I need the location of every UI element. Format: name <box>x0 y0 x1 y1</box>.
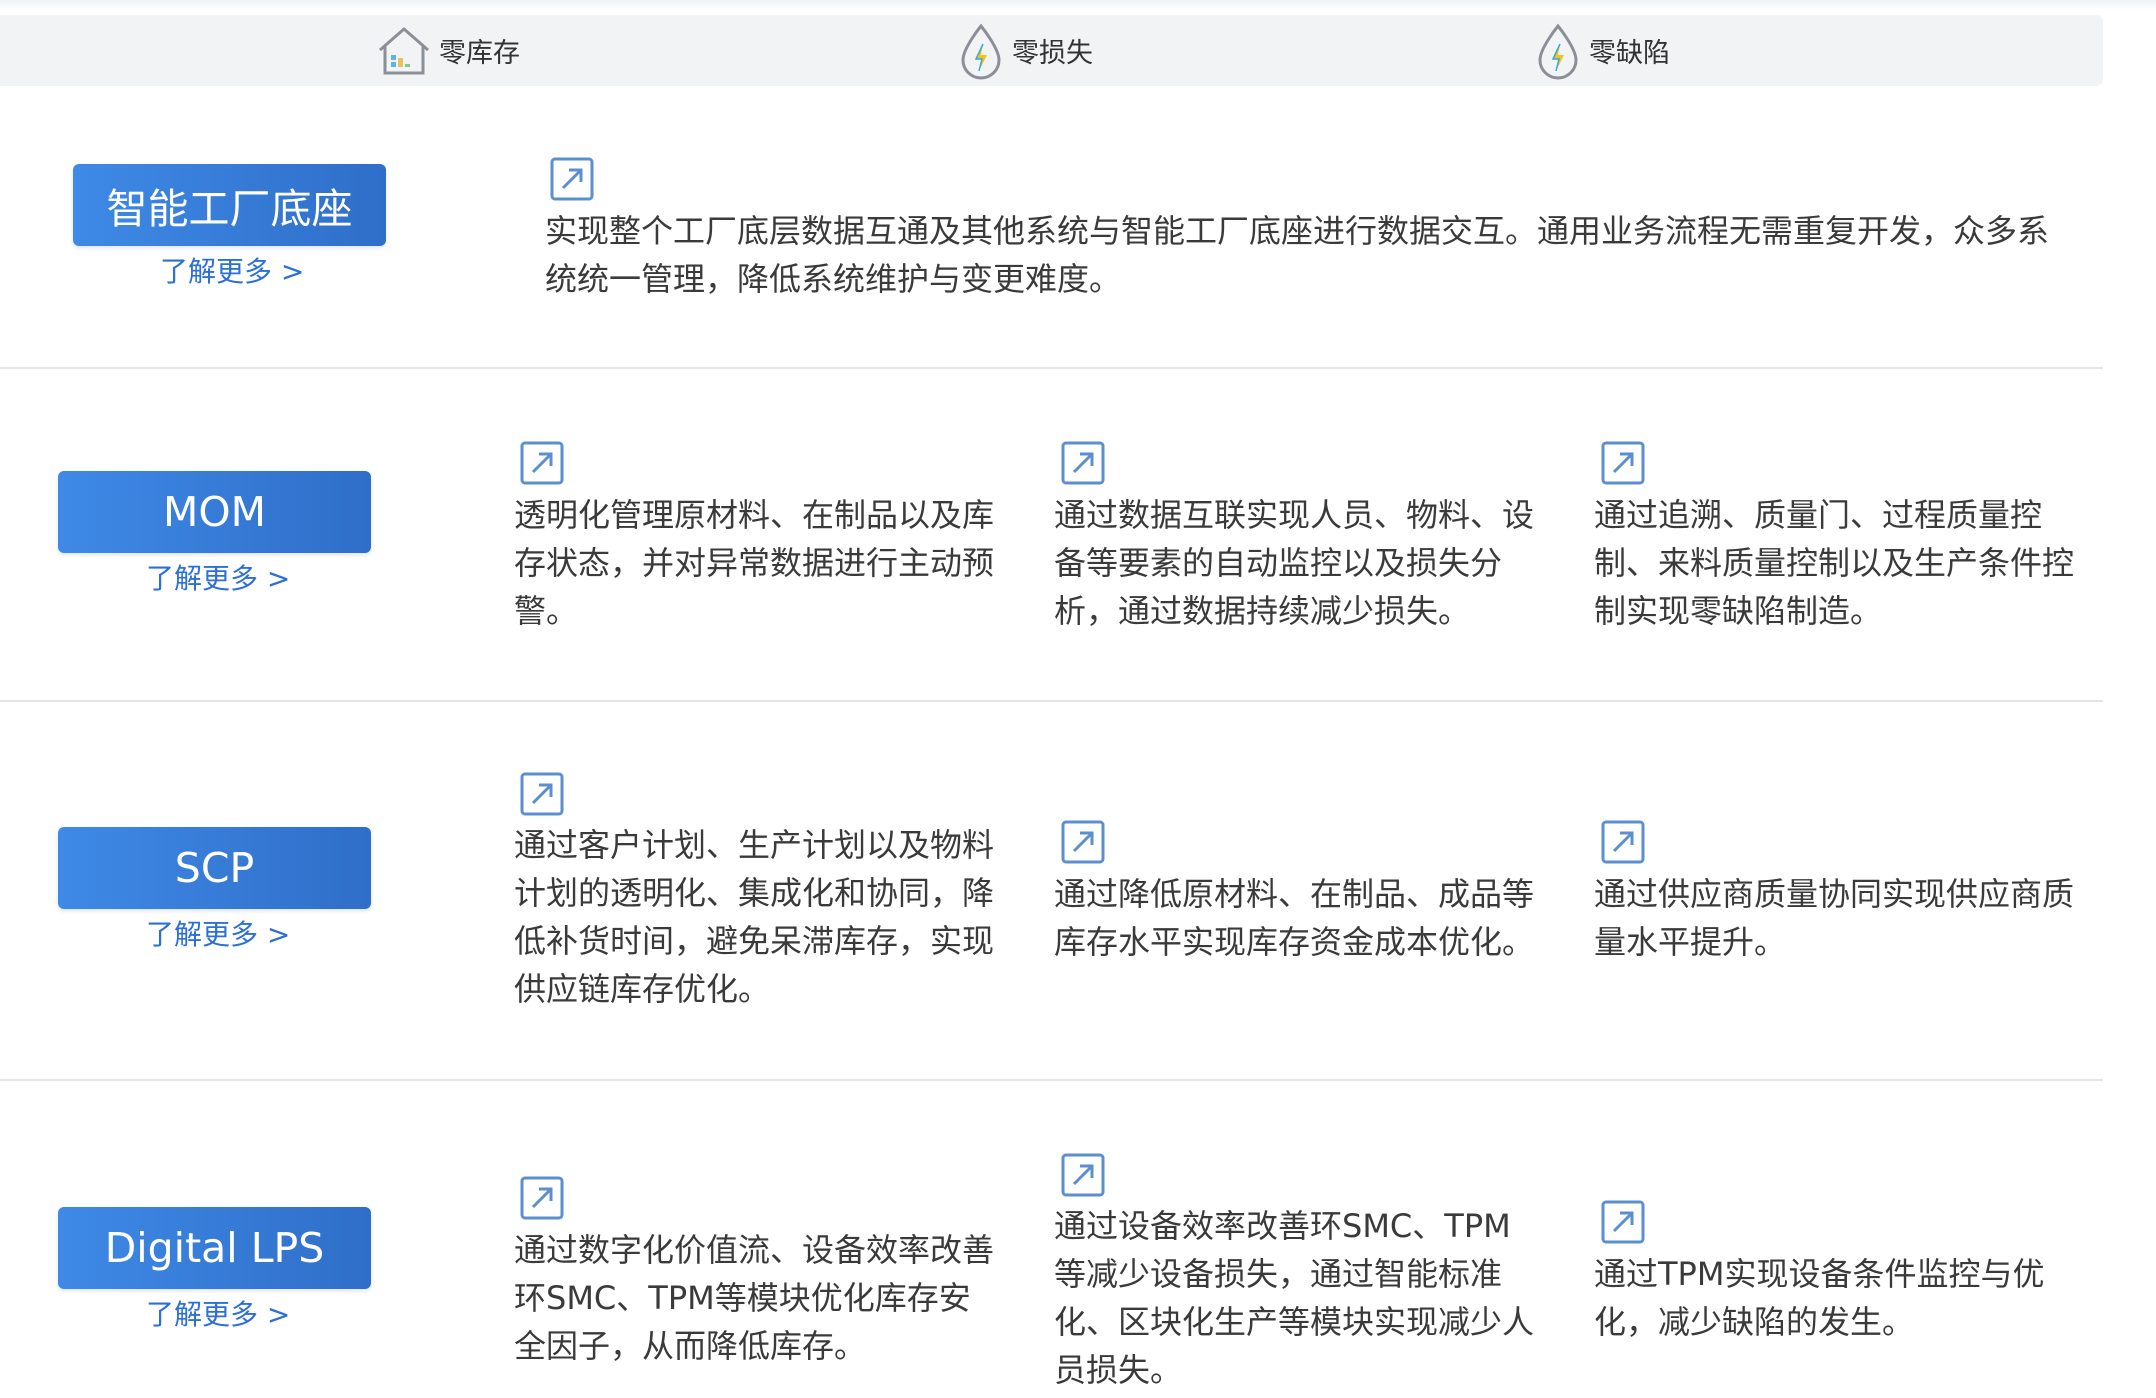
description-line: 通过TPM实现设备条件监控与优 <box>1594 1255 2045 1293</box>
external-link-icon[interactable] <box>1601 441 1645 485</box>
external-link-icon[interactable] <box>550 157 594 201</box>
feature-header: 零库存 零损失 零缺陷 <box>0 15 2103 86</box>
external-link-icon[interactable] <box>1601 1200 1645 1244</box>
mom-button[interactable]: MOM <box>58 471 371 553</box>
description-line: 环SMC、TPM等模块优化库存安 <box>514 1279 971 1317</box>
description-line: 等减少设备损失，通过智能标准 <box>1054 1255 1503 1293</box>
description-line: 通过追溯、质量门、过程质量控 <box>1594 496 2043 534</box>
description-line: 透明化管理原材料、在制品以及库 <box>514 496 995 534</box>
header-label: 零库存 <box>439 38 520 69</box>
description-line: 低补货时间，避免呆滞库存，实现 <box>514 922 995 960</box>
mom-feature-inventory: 透明化管理原材料、在制品以及库 存状态，并对异常数据进行主动预 警。 <box>514 491 994 635</box>
description-line: 库存水平实现库存资金成本优化。 <box>1054 923 1535 961</box>
digital-lps-button[interactable]: Digital LPS <box>58 1207 371 1289</box>
description-line: 通过设备效率改善环SMC、TPM <box>1054 1207 1511 1245</box>
digital-lps-feature-defect: 通过TPM实现设备条件监控与优 化，减少缺陷的发生。 <box>1594 1250 2044 1346</box>
description-line: 通过客户计划、生产计划以及物料 <box>514 826 995 864</box>
description-line: 化，减少缺陷的发生。 <box>1594 1303 1915 1341</box>
header-item-zero-defect[interactable]: 零缺陷 <box>1533 15 1670 86</box>
external-link-icon[interactable] <box>520 1176 564 1220</box>
mom-feature-loss: 通过数据互联实现人员、物料、设 备等要素的自动监控以及损失分 析，通过数据持续减… <box>1054 491 1534 635</box>
digital-lps-learn-more-link[interactable]: 了解更多 > <box>146 1293 290 1333</box>
description-line: 存状态，并对异常数据进行主动预 <box>514 544 995 582</box>
description-line: 通过数字化价值流、设备效率改善 <box>514 1231 995 1269</box>
scp-feature-inventory: 通过客户计划、生产计划以及物料 计划的透明化、集成化和协同，降 低补货时间，避免… <box>514 821 994 1013</box>
description-line: 通过供应商质量协同实现供应商质 <box>1594 875 2075 913</box>
external-link-icon[interactable] <box>520 772 564 816</box>
description-line: 全因子，从而降低库存。 <box>514 1327 867 1365</box>
header-item-zero-loss[interactable]: 零损失 <box>956 15 1093 86</box>
house-chart-icon <box>379 27 429 74</box>
description-line: 通过数据互联实现人员、物料、设 <box>1054 496 1535 534</box>
description-line: 制实现零缺陷制造。 <box>1594 592 1883 630</box>
external-link-icon[interactable] <box>1061 1153 1105 1197</box>
smart-factory-description: 实现整个工厂底层数据互通及其他系统与智能工厂底座进行数据交互。通用业务流程无需重… <box>545 207 2049 303</box>
scp-learn-more-link[interactable]: 了解更多 > <box>146 913 290 953</box>
description-line: 量水平提升。 <box>1594 923 1787 961</box>
description-line: 析，通过数据持续减少损失。 <box>1054 592 1471 630</box>
water-drop-lightning-icon <box>961 23 1001 79</box>
description-line: 供应链库存优化。 <box>514 970 771 1008</box>
scp-feature-defect: 通过供应商质量协同实现供应商质 量水平提升。 <box>1594 870 2074 966</box>
digital-lps-feature-loss: 通过设备效率改善环SMC、TPM 等减少设备损失，通过智能标准 化、区块化生产等… <box>1054 1202 1534 1394</box>
scp-feature-loss: 通过降低原材料、在制品、成品等 库存水平实现库存资金成本优化。 <box>1054 870 1534 966</box>
digital-lps-feature-inventory: 通过数字化价值流、设备效率改善 环SMC、TPM等模块优化库存安 全因子，从而降… <box>514 1226 994 1370</box>
water-drop-lightning-icon <box>1538 23 1578 79</box>
smart-factory-learn-more-link[interactable]: 了解更多 > <box>160 250 304 290</box>
description-line: 实现整个工厂底层数据互通及其他系统与智能工厂底座进行数据交互。通用业务流程无需重… <box>545 212 2050 250</box>
header-label: 零缺陷 <box>1589 38 1670 69</box>
mom-feature-defect: 通过追溯、质量门、过程质量控 制、来料质量控制以及生产条件控 制实现零缺陷制造。 <box>1594 491 2074 635</box>
description-line: 制、来料质量控制以及生产条件控 <box>1594 544 2075 582</box>
header-item-zero-inventory[interactable]: 零库存 <box>375 15 520 86</box>
description-line: 计划的透明化、集成化和协同，降 <box>514 874 995 912</box>
header-label: 零损失 <box>1012 38 1093 69</box>
row-divider <box>0 700 2103 702</box>
description-line: 化、区块化生产等模块实现减少人 <box>1054 1303 1535 1341</box>
external-link-icon[interactable] <box>1061 820 1105 864</box>
smart-factory-button[interactable]: 智能工厂底座 <box>73 164 386 246</box>
description-line: 备等要素的自动监控以及损失分 <box>1054 544 1503 582</box>
description-line: 员损失。 <box>1054 1351 1183 1389</box>
description-line: 通过降低原材料、在制品、成品等 <box>1054 875 1535 913</box>
mom-learn-more-link[interactable]: 了解更多 > <box>146 557 290 597</box>
description-line: 统统一管理，降低系统维护与变更难度。 <box>545 260 1122 298</box>
external-link-icon[interactable] <box>1601 820 1645 864</box>
external-link-icon[interactable] <box>520 441 564 485</box>
row-divider <box>0 1079 2103 1081</box>
external-link-icon[interactable] <box>1061 441 1105 485</box>
row-divider <box>0 367 2103 369</box>
description-line: 警。 <box>514 592 579 630</box>
scp-button[interactable]: SCP <box>58 827 371 909</box>
top-shadow <box>0 0 2156 10</box>
